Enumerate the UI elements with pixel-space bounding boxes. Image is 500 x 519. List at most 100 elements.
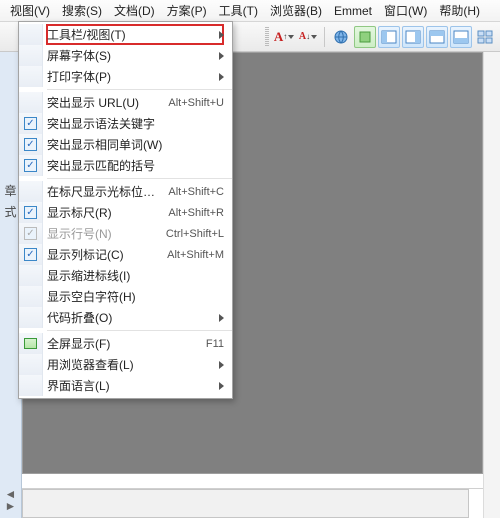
globe-icon [333,29,349,45]
layout-top-icon [429,29,445,45]
menu-item-label: 界面语言(L) [47,377,213,394]
layout-bottom-icon [453,29,469,45]
menu-item-2[interactable]: 打印字体(P) [19,66,232,87]
menu-check-zone [19,181,43,202]
menu-item-13[interactable]: 显示缩进标线(I) [19,265,232,286]
menu-window[interactable]: 窗口(W) [378,0,433,21]
layout-left-icon [381,29,397,45]
dock-scroll-arrows[interactable]: ◄► [5,488,17,512]
vertical-scrollbar[interactable] [483,52,500,518]
dock-tab-1[interactable]: 章 [4,182,16,199]
menu-item-label: 突出显示 URL(U) [47,94,160,111]
menu-item-label: 全屏显示(F) [47,335,198,352]
menu-item-9[interactable]: 在标尺显示光标位置(I)Alt+Shift+C [19,181,232,202]
menu-item-label: 突出显示语法关键字 [47,115,224,132]
view-dropdown-menu: 工具栏/视图(T)屏幕字体(S)打印字体(P)突出显示 URL(U)Alt+Sh… [18,21,233,399]
menu-item-label: 代码折叠(O) [47,309,213,326]
menu-item-10[interactable]: 显示标尺(R) Alt+Shift+R [19,202,232,223]
menu-item-label: 屏幕字体(S) [47,47,213,64]
check-icon [24,138,37,151]
font-bigger-button[interactable]: A↑ [273,26,295,48]
menu-emmet[interactable]: Emmet [328,2,378,20]
menu-check-zone [19,286,43,307]
menu-item-0[interactable]: 工具栏/视图(T) [19,24,232,45]
toolbar-grip[interactable] [265,27,269,47]
menu-item-label: 用浏览器查看(L) [47,356,213,373]
submenu-arrow-icon [219,361,224,369]
menu-browser[interactable]: 浏览器(B) [264,0,328,21]
menu-check-zone [19,24,43,45]
submenu-arrow-icon [219,314,224,322]
menu-check-zone [19,92,43,113]
layout-top-button[interactable] [426,26,448,48]
preview-browser-button[interactable] [330,26,352,48]
external-tool-button[interactable] [354,26,376,48]
menu-check-zone [19,354,43,375]
menu-item-15[interactable]: 代码折叠(O) [19,307,232,328]
menu-item-label: 突出显示相同单词(W) [47,136,224,153]
check-icon [24,248,37,261]
menu-help[interactable]: 帮助(H) [433,0,486,21]
menu-item-accel: Alt+Shift+C [168,186,224,198]
horizontal-scrollbar[interactable] [22,489,469,518]
check-icon [24,117,37,130]
menu-tools[interactable]: 工具(T) [213,0,264,21]
menu-check-zone [19,375,43,396]
dock-tab-2[interactable]: 式 [4,203,16,220]
menu-check-zone [19,155,43,176]
menu-item-accel: F11 [206,338,224,350]
menu-document[interactable]: 文档(D) [108,0,161,21]
submenu-arrow-icon [219,382,224,390]
menu-separator [47,330,232,331]
menu-item-7[interactable]: 突出显示匹配的括号 [19,155,232,176]
menu-check-zone [19,265,43,286]
menu-check-zone [19,333,43,354]
menu-item-18[interactable]: 用浏览器查看(L) [19,354,232,375]
menu-bar: 视图(V) 搜索(S) 文档(D) 方案(P) 工具(T) 浏览器(B) Emm… [0,0,500,22]
tool-icon [357,29,373,45]
menu-separator [47,89,232,90]
check-icon [24,227,37,240]
menu-search[interactable]: 搜索(S) [56,0,108,21]
submenu-arrow-icon [219,52,224,60]
menu-item-accel: Alt+Shift+M [167,249,224,261]
menu-project[interactable]: 方案(P) [161,0,213,21]
menu-item-label: 打印字体(P) [47,68,213,85]
layout-right-icon [405,29,421,45]
menu-item-6[interactable]: 突出显示相同单词(W) [19,134,232,155]
menu-item-label: 工具栏/视图(T) [47,26,213,43]
bottom-panel [22,488,483,518]
menu-view[interactable]: 视图(V) [4,0,56,21]
menu-item-label: 突出显示匹配的括号 [47,157,224,174]
menu-item-label: 显示空白字符(H) [47,288,224,305]
menu-check-zone [19,134,43,155]
menu-item-label: 显示缩进标线(I) [47,267,224,284]
menu-check-zone [19,244,43,265]
check-icon [24,206,37,219]
layout-right-button[interactable] [402,26,424,48]
menu-item-12[interactable]: 显示列标记(C) Alt+Shift+M [19,244,232,265]
submenu-arrow-icon [219,31,224,39]
menu-item-5[interactable]: 突出显示语法关键字 [19,113,232,134]
layout-left-button[interactable] [378,26,400,48]
layout-bottom-button[interactable] [450,26,472,48]
menu-item-11: 显示行号(N) Ctrl+Shift+L [19,223,232,244]
check-icon [24,159,37,172]
font-smaller-button[interactable]: A↓ [297,26,319,48]
menu-item-label: 显示标尺(R) [47,204,160,221]
menu-check-zone [19,113,43,134]
menu-item-19[interactable]: 界面语言(L) [19,375,232,396]
tile-windows-button[interactable] [474,26,496,48]
menu-check-zone [19,202,43,223]
menu-item-accel: Ctrl+Shift+L [166,228,224,240]
menu-separator [47,178,232,179]
tile-icon [477,29,493,45]
menu-item-4[interactable]: 突出显示 URL(U)Alt+Shift+U [19,92,232,113]
menu-item-1[interactable]: 屏幕字体(S) [19,45,232,66]
menu-item-label: 显示行号(N) [47,225,158,242]
menu-item-17[interactable]: 全屏显示(F) F11 [19,333,232,354]
menu-item-accel: Alt+Shift+R [168,207,224,219]
menu-item-label: 显示列标记(C) [47,246,159,263]
menu-item-14[interactable]: 显示空白字符(H) [19,286,232,307]
menu-check-zone [19,223,43,244]
